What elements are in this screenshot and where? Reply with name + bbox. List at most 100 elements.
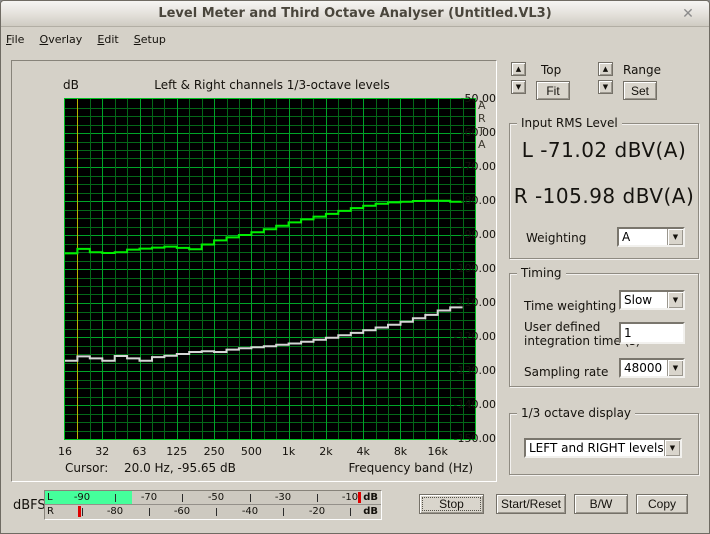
fit-button[interactable]: Fit: [536, 81, 570, 100]
weighting-value: A: [622, 230, 630, 244]
timing-group-label: Timing: [517, 266, 566, 280]
arta-watermark-letter: A: [478, 99, 492, 112]
integration-time-label-line1: User defined: [524, 320, 600, 334]
x-axis-title: Frequency band (Hz): [349, 461, 474, 475]
menu-item-overlay[interactable]: Overlay: [35, 30, 88, 46]
meter-scale-label: -60: [168, 506, 196, 517]
x-tick-label: 16k: [418, 445, 458, 459]
x-tick-label: 2k: [306, 445, 346, 459]
menu-bar: File Overlay Edit Setup: [1, 28, 709, 49]
time-weighting-label: Time weighting: [524, 299, 616, 313]
chevron-down-icon[interactable]: ▼: [667, 229, 683, 245]
meter-scale-label: -90: [68, 492, 96, 503]
up-arrow-icon: ▲: [516, 65, 521, 73]
meter-peak-indicator: [358, 492, 361, 503]
integration-time-input[interactable]: 1: [619, 322, 685, 344]
x-tick-label: 250: [194, 445, 234, 459]
arta-watermark-letter: A: [478, 138, 492, 151]
top-spin-down-button[interactable]: ▼: [511, 80, 526, 94]
weighting-select[interactable]: A ▼: [617, 227, 685, 247]
meter-scale-label: -30: [269, 492, 297, 503]
meter-scale-tick: [149, 508, 150, 516]
stop-button[interactable]: Stop: [419, 494, 484, 514]
meter-channel-label: L: [47, 492, 53, 503]
range-spin-down-button[interactable]: ▼: [598, 80, 613, 94]
meter-scale-tick: [216, 508, 217, 516]
rms-left-value: L -71.02 dBV(A): [510, 138, 698, 162]
y-axis-unit-label: dB: [63, 78, 79, 92]
meter-scale-tick: [283, 508, 284, 516]
dbfs-label: dBFS: [13, 498, 46, 513]
meter-scale-label: -50: [202, 492, 230, 503]
meter-scale-tick: [317, 494, 318, 502]
meter-unit-label: dB: [363, 506, 378, 517]
sampling-rate-select[interactable]: 48000 ▼: [619, 358, 685, 378]
close-icon: ✕: [682, 6, 694, 22]
meter-scale-tick: [350, 508, 351, 516]
x-tick-label: 63: [120, 445, 160, 459]
timing-group: Timing Time weighting Slow ▼ User define…: [509, 273, 699, 387]
rms-right-value: R -105.98 dBV(A): [510, 184, 698, 208]
input-rms-group: Input RMS Level L -71.02 dBV(A) R -105.9…: [509, 123, 699, 259]
octave-display-select[interactable]: LEFT and RIGHT levels ▼: [524, 438, 682, 458]
close-button[interactable]: ✕: [679, 5, 697, 23]
y-tick-label: -140.00: [450, 398, 496, 412]
meter-scale-label: -40: [236, 506, 264, 517]
chevron-down-icon[interactable]: ▼: [667, 292, 683, 308]
time-weighting-value: Slow: [624, 293, 652, 307]
range-label: Range: [623, 63, 661, 77]
top-label: Top: [541, 63, 561, 77]
chevron-down-icon[interactable]: ▼: [664, 440, 680, 456]
meter-channel-label: R: [47, 506, 54, 517]
title-bar[interactable]: Level Meter and Third Octave Analyser (U…: [1, 1, 709, 27]
menu-item-file[interactable]: File: [1, 30, 29, 46]
menu-item-edit[interactable]: Edit: [92, 30, 123, 46]
octave-plot[interactable]: [64, 98, 476, 440]
meter-scale-label: -20: [303, 506, 331, 517]
x-tick-label: 1k: [269, 445, 309, 459]
app-window: Level Meter and Third Octave Analyser (U…: [0, 0, 710, 534]
cursor-readout-label: Cursor:: [65, 461, 108, 475]
chevron-down-icon[interactable]: ▼: [667, 360, 683, 376]
arta-watermark-letter: T: [478, 125, 492, 138]
weighting-label: Weighting: [526, 231, 586, 245]
y-tick-label: -130.00: [450, 364, 496, 378]
octave-display-group: 1/3 octave display LEFT and RIGHT levels…: [509, 413, 699, 475]
x-tick-label: 500: [231, 445, 271, 459]
down-arrow-icon: ▼: [516, 83, 521, 91]
meter-scale-tick: [250, 494, 251, 502]
level-meter: L-90-70-50-30-10dB R-80-60-40-20dB: [44, 490, 382, 520]
up-arrow-icon: ▲: [603, 65, 608, 73]
range-spin-up-button[interactable]: ▲: [598, 62, 613, 76]
meter-unit-label: dB: [363, 492, 378, 503]
window-title: Level Meter and Third Octave Analyser (U…: [1, 6, 709, 21]
x-tick-label: 32: [82, 445, 122, 459]
y-tick-label: -120.00: [450, 330, 496, 344]
meter-scale-label: -80: [101, 506, 129, 517]
time-weighting-select[interactable]: Slow ▼: [619, 290, 685, 310]
cursor-readout-value: 20.0 Hz, -95.65 dB: [124, 461, 236, 475]
meter-peak-indicator: [78, 506, 81, 517]
x-tick-label: 16: [45, 445, 85, 459]
meter-row-left: L-90-70-50-30-10dB: [45, 491, 381, 504]
copy-button[interactable]: Copy: [636, 494, 688, 514]
set-button[interactable]: Set: [623, 81, 657, 100]
chart-title: Left & Right channels 1/3-octave levels: [110, 78, 434, 92]
bw-button[interactable]: B/W: [574, 494, 628, 514]
meter-scale-tick: [115, 494, 116, 502]
input-rms-group-label: Input RMS Level: [517, 116, 622, 130]
down-arrow-icon: ▼: [603, 83, 608, 91]
start-reset-button[interactable]: Start/Reset: [496, 494, 566, 514]
y-tick-label: -90.00: [450, 228, 496, 242]
y-tick-label: -150.00: [450, 432, 496, 446]
meter-row-right: R -80 -60 -40 -20 dB: [45, 505, 381, 518]
x-tick-label: 125: [157, 445, 197, 459]
sampling-rate-label: Sampling rate: [524, 365, 608, 379]
x-tick-label: 4k: [343, 445, 383, 459]
y-tick-label: -70.00: [450, 160, 496, 174]
chart-panel: dB Left & Right channels 1/3-octave leve…: [11, 60, 497, 482]
menu-item-setup[interactable]: Setup: [129, 30, 171, 46]
sampling-rate-value: 48000: [624, 361, 662, 375]
meter-scale-tick: [182, 494, 183, 502]
top-spin-up-button[interactable]: ▲: [511, 62, 526, 76]
